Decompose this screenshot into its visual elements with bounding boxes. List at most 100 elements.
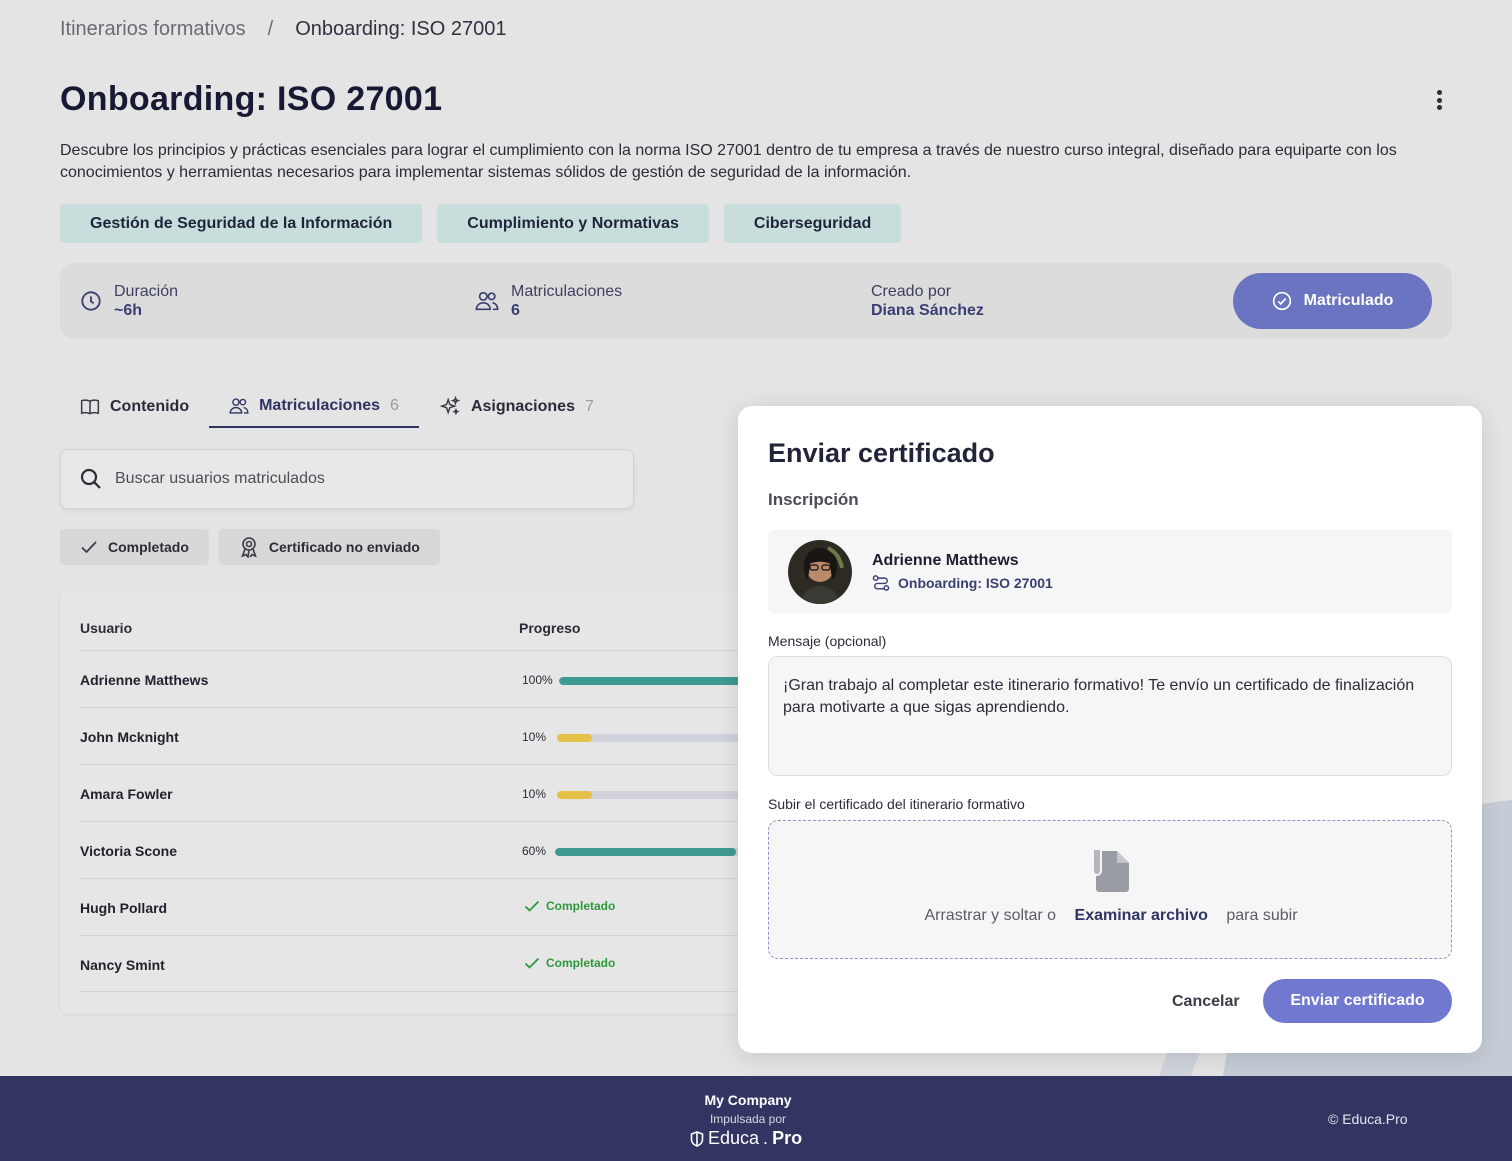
check-circle-icon [1272, 291, 1291, 311]
user-name: Victoria Scone [80, 843, 178, 859]
column-header-user: Usuario [80, 620, 133, 636]
dropzone-text: Arrastrar y soltar o Examinar archivo pa… [769, 907, 1453, 925]
filter-certificate-not-sent[interactable]: Certificado no enviado [218, 529, 440, 565]
table-row[interactable]: Hugh Pollard Completado [80, 878, 780, 935]
footer: My Company Impulsada por Educa. Pro © Edu… [0, 1076, 1512, 1161]
table-row[interactable]: Amara Fowler 10% [80, 764, 817, 821]
page-title: Onboarding: ISO 27001 [60, 80, 443, 118]
check-icon [81, 541, 97, 554]
check-icon [524, 957, 540, 969]
info-duration: Duración ~6h [80, 282, 178, 320]
enrollee-path-label: Onboarding: ISO 27001 [898, 575, 1053, 591]
completed-status: Completado [524, 956, 615, 970]
enrollment-card: Adrienne Matthews Onboarding: ISO 27001 [768, 530, 1452, 613]
footer-logo: Educa. Pro [690, 1128, 802, 1149]
file-icon [1092, 848, 1129, 892]
duration-value: ~6h [114, 302, 143, 319]
dropzone-text-after: para subir [1226, 907, 1298, 924]
table-row[interactable]: Adrienne Matthews 100% [80, 650, 819, 707]
browse-file-link[interactable]: Examinar archivo [1075, 907, 1208, 924]
tab-content[interactable]: Contenido [60, 386, 209, 428]
breadcrumb-separator: / [267, 17, 274, 40]
tag: Cumplimiento y Normativas [437, 204, 709, 243]
duration-label: Duración [114, 283, 179, 300]
user-name: Nancy Smint [80, 957, 165, 973]
upload-label: Subir el certificado del itinerario form… [768, 796, 1025, 812]
route-icon [872, 575, 890, 591]
send-certificate-button[interactable]: Enviar certificado [1263, 979, 1452, 1023]
sparkles-icon [439, 396, 461, 416]
user-name: Hugh Pollard [80, 900, 168, 916]
footer-powered-by: Impulsada por [709, 1112, 787, 1126]
filter-completed[interactable]: Completado [60, 529, 209, 565]
clock-icon [81, 291, 101, 311]
table-row[interactable]: Nancy Smint Completado [80, 935, 780, 992]
progress-bar-fill [557, 734, 592, 742]
column-header-progress: Progreso [519, 620, 581, 636]
table-row[interactable]: John Mcknight 10% [80, 707, 817, 764]
breadcrumb-parent[interactable]: Itinerarios formativos [60, 18, 246, 41]
enrollments-value: 6 [511, 302, 520, 319]
enrollee-path: Onboarding: ISO 27001 [872, 575, 1053, 591]
filter-bar: Completado Certificado no enviado [60, 529, 440, 565]
info-creator: Creado por Diana Sánchez [871, 282, 984, 320]
page: Itinerarios formativos / Onboarding: ISO… [0, 0, 1512, 1100]
info-bar: Duración ~6h Matriculaciones 6 Creado po… [60, 263, 1452, 339]
filter-completed-label: Completado [108, 539, 189, 555]
creator-value[interactable]: Diana Sánchez [871, 301, 984, 320]
enrollments-label: Matriculaciones [511, 283, 623, 300]
footer-logo-dot: . [763, 1128, 769, 1148]
tab-bar: Contenido Matriculaciones 6 Asignaciones… [60, 386, 614, 430]
search-input[interactable] [115, 470, 595, 488]
users-icon [229, 398, 249, 414]
progress-percent: 10% [522, 787, 547, 801]
table-row[interactable]: Victoria Scone 60% [80, 821, 815, 878]
cancel-button[interactable]: Cancelar [1156, 980, 1256, 1024]
tab-assignments[interactable]: Asignaciones 7 [419, 386, 614, 428]
progress-bar-fill [555, 848, 736, 856]
search-box [60, 449, 634, 509]
tag: Gestión de Seguridad de la Información [60, 204, 423, 243]
shield-icon [690, 1130, 704, 1147]
progress-percent: 10% [522, 730, 547, 744]
footer-copyright: © Educa.Pro [1328, 1111, 1408, 1127]
enrollee-name: Adrienne Matthews [872, 552, 1019, 569]
page-description: Descubre los principios y prácticas esen… [60, 142, 1397, 181]
tab-assignments-count: 7 [584, 398, 594, 415]
tab-enrollments[interactable]: Matriculaciones 6 [209, 386, 419, 428]
tab-enrollments-label: Matriculaciones [259, 397, 381, 414]
tag: Ciberseguridad [723, 204, 902, 243]
dropzone-text-before: Arrastrar y soltar o [924, 907, 1057, 924]
enrolled-button[interactable]: Matriculado [1233, 273, 1432, 329]
kebab-menu-icon[interactable] [1428, 86, 1450, 114]
message-textarea[interactable]: ¡Gran trabajo al completar este itinerar… [768, 656, 1452, 776]
completed-status: Completado [524, 899, 615, 913]
enrollments-table: Usuario Progreso Adrienne Matthews 100% Jo… [60, 590, 819, 1014]
tag-list: Gestión de Seguridad de la Información C… [60, 204, 902, 243]
footer-company: My Company [704, 1092, 792, 1108]
user-name: Amara Fowler [80, 786, 173, 802]
user-name: John Mcknight [80, 729, 179, 745]
creator-label: Creado por [871, 283, 952, 300]
dialog-title: Enviar certificado [768, 438, 995, 468]
progress-bar-fill [557, 791, 592, 799]
completed-status-label: Completado [546, 956, 616, 970]
dialog-subtitle: Inscripción [768, 490, 859, 509]
book-icon [80, 399, 100, 415]
filter-certificate-label: Certificado no enviado [268, 539, 420, 555]
tab-enrollments-count: 6 [390, 397, 399, 414]
search-icon [80, 468, 101, 489]
file-dropzone[interactable]: Arrastrar y soltar o Examinar archivo pa… [768, 820, 1452, 959]
info-enrollments: Matriculaciones 6 [475, 282, 622, 320]
footer-logo-right: Pro [772, 1128, 803, 1148]
completed-status-label: Completado [546, 899, 616, 913]
breadcrumb-current: Onboarding: ISO 27001 [295, 17, 507, 40]
users-icon [475, 291, 499, 311]
award-icon [241, 537, 257, 558]
progress-percent: 60% [522, 844, 547, 858]
user-name: Adrienne Matthews [80, 672, 209, 688]
breadcrumb: Itinerarios formativos / Onboarding: ISO… [60, 16, 506, 42]
progress-percent: 100% [522, 673, 553, 687]
send-certificate-dialog: Enviar certificado Inscripción Adrienne … [738, 406, 1482, 1053]
enrolled-button-label: Matriculado [1303, 292, 1394, 309]
